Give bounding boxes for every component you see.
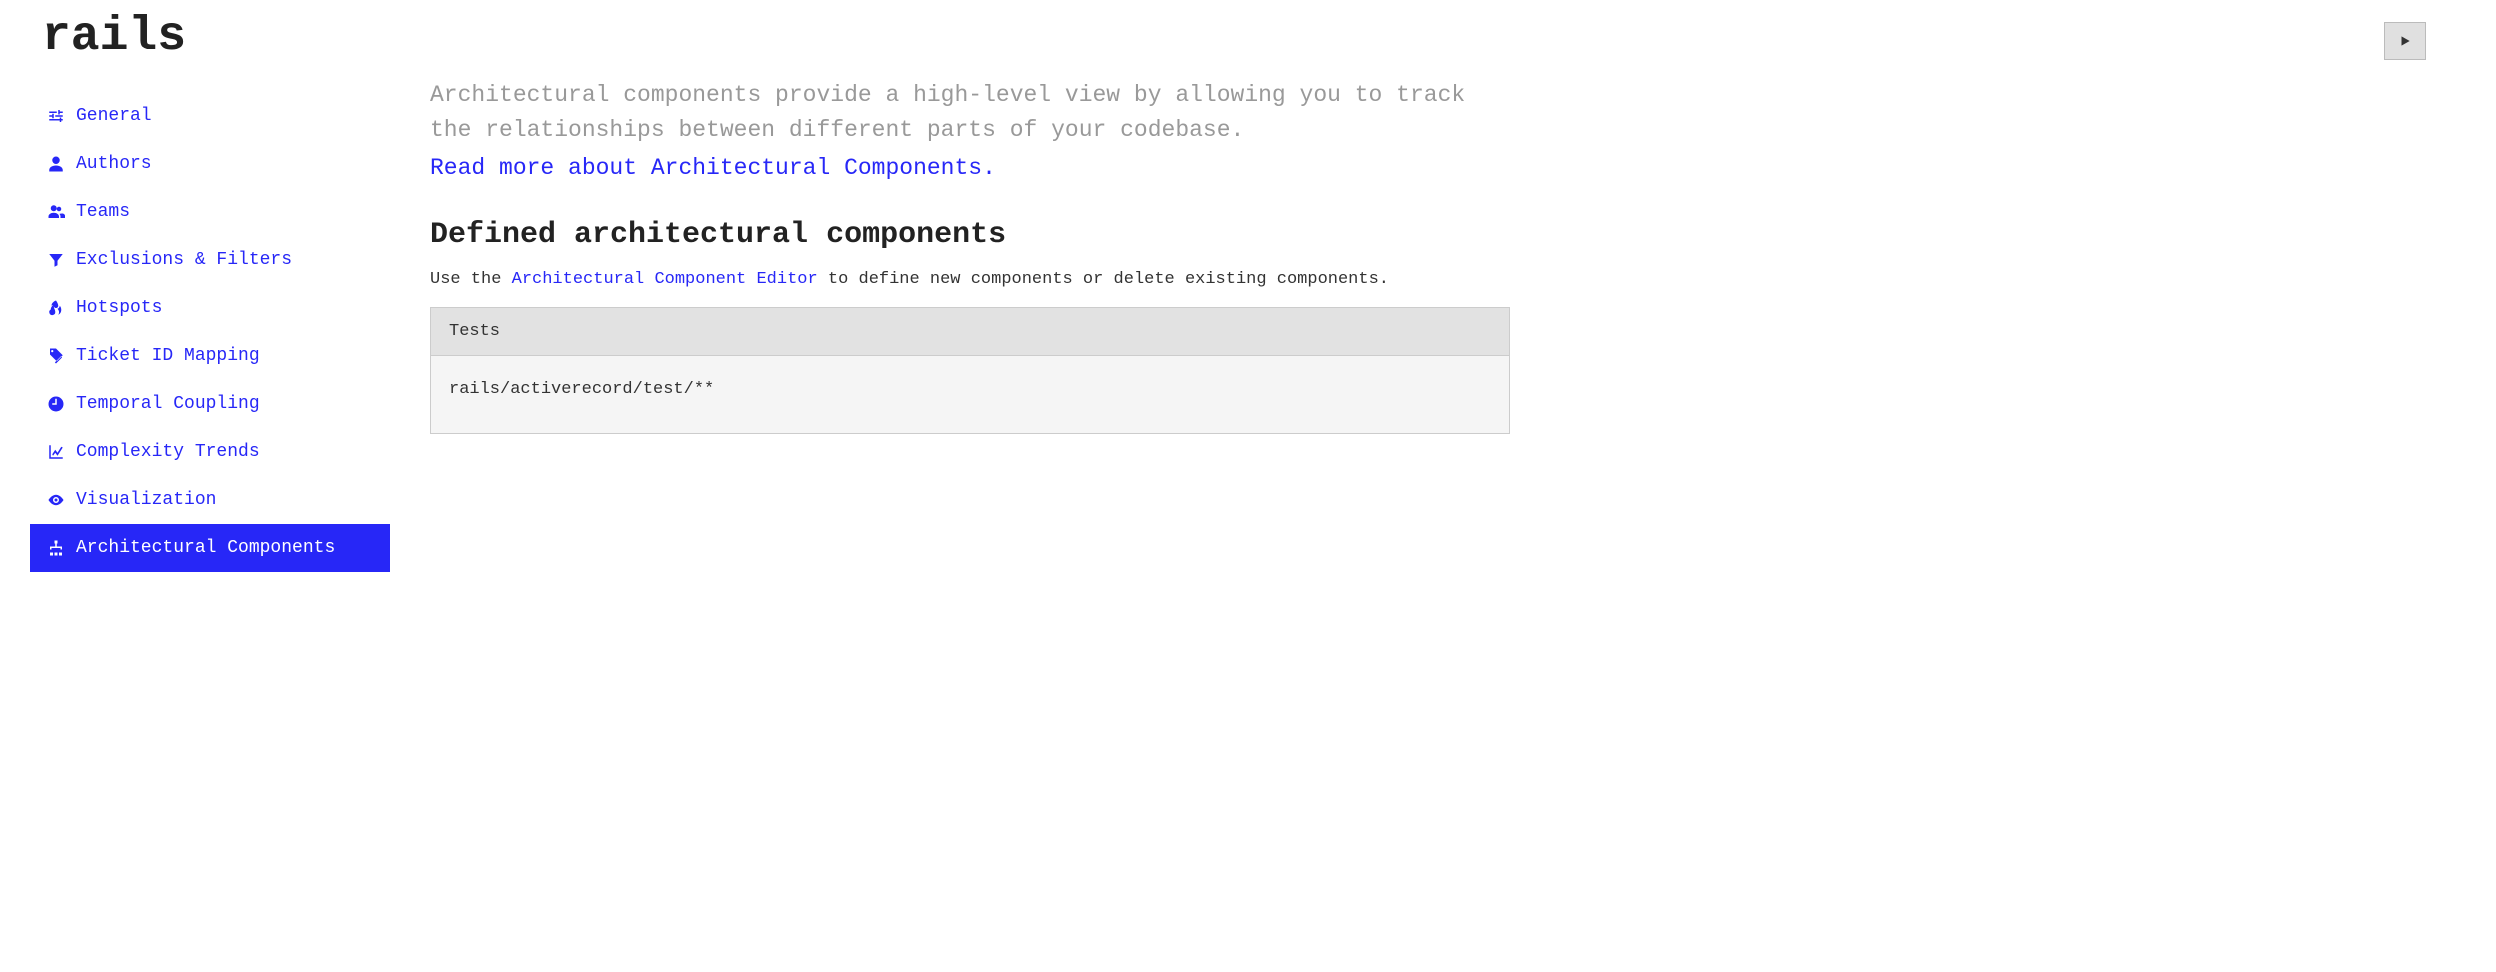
sidebar-item-temporal-coupling[interactable]: Temporal Coupling — [30, 380, 390, 428]
sitemap-icon — [46, 538, 66, 558]
page-title: rails — [30, 10, 390, 64]
sidebar-item-label: Authors — [76, 154, 152, 174]
sidebar-item-ticket-id-mapping[interactable]: Ticket ID Mapping — [30, 332, 390, 380]
section-heading: Defined architectural components — [430, 218, 1510, 252]
sidebar-item-teams[interactable]: Teams — [30, 188, 390, 236]
clock-icon — [46, 394, 66, 414]
play-icon — [2398, 34, 2412, 48]
filter-icon — [46, 250, 66, 270]
users-icon — [46, 202, 66, 222]
sidebar-item-authors[interactable]: Authors — [30, 140, 390, 188]
sidebar: rails General Authors Teams — [30, 10, 390, 572]
nav-list: General Authors Teams Exclusions & Filte… — [30, 92, 390, 572]
sidebar-item-architectural-components[interactable]: Architectural Components — [30, 524, 390, 572]
intro-block: Architectural components provide a high-… — [430, 78, 1510, 186]
sidebar-item-visualization[interactable]: Visualization — [30, 476, 390, 524]
sub-prefix: Use the — [430, 270, 512, 289]
sidebar-item-label: Visualization — [76, 490, 216, 510]
component-box: Tests rails/activerecord/test/** — [430, 307, 1510, 434]
fire-icon — [46, 298, 66, 318]
sidebar-item-complexity-trends[interactable]: Complexity Trends — [30, 428, 390, 476]
architectural-component-editor-link[interactable]: Architectural Component Editor — [512, 270, 818, 289]
intro-text: Architectural components provide a high-… — [430, 82, 1465, 143]
sidebar-item-label: Ticket ID Mapping — [76, 346, 260, 366]
play-button[interactable] — [2384, 22, 2426, 60]
component-header[interactable]: Tests — [431, 308, 1509, 356]
component-pattern: rails/activerecord/test/** — [431, 356, 1509, 433]
tags-icon — [46, 346, 66, 366]
sidebar-item-general[interactable]: General — [30, 92, 390, 140]
chart-line-icon — [46, 442, 66, 462]
sidebar-item-label: Teams — [76, 202, 130, 222]
sidebar-item-label: Architectural Components — [76, 538, 335, 558]
eye-icon — [46, 490, 66, 510]
main-content: Architectural components provide a high-… — [390, 10, 1510, 572]
sidebar-item-label: General — [76, 106, 152, 126]
sidebar-item-label: Temporal Coupling — [76, 394, 260, 414]
sub-suffix: to define new components or delete exist… — [818, 270, 1389, 289]
sidebar-item-hotspots[interactable]: Hotspots — [30, 284, 390, 332]
sidebar-item-label: Exclusions & Filters — [76, 250, 292, 270]
sliders-icon — [46, 106, 66, 126]
user-icon — [46, 154, 66, 174]
sub-text: Use the Architectural Component Editor t… — [430, 270, 1510, 289]
intro-link[interactable]: Read more about Architectural Components… — [430, 151, 1510, 186]
sidebar-item-label: Complexity Trends — [76, 442, 260, 462]
sidebar-item-label: Hotspots — [76, 298, 162, 318]
sidebar-item-exclusions-filters[interactable]: Exclusions & Filters — [30, 236, 390, 284]
